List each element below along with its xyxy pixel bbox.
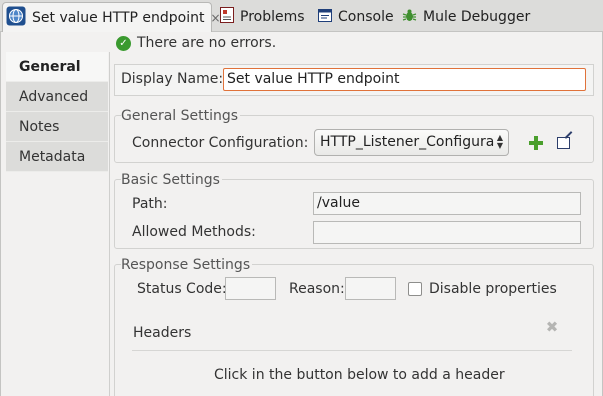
headers-divider <box>132 350 572 351</box>
tab-label: Problems <box>240 9 305 25</box>
display-name-label: Display Name: <box>121 71 224 87</box>
tab-set-value-http-endpoint[interactable]: Set value HTTP endpoint × <box>2 2 221 32</box>
path-input[interactable]: /value <box>313 192 581 215</box>
reason-label: Reason: <box>289 281 345 297</box>
tab-label: Console <box>338 9 394 25</box>
section-nav: General Advanced Notes Metadata <box>6 52 108 172</box>
properties-editor: ✓ There are no errors. General Advanced … <box>0 32 603 396</box>
allowed-methods-label: Allowed Methods: <box>132 224 256 240</box>
connector-configuration-value: HTTP_Listener_Configura <box>320 134 495 150</box>
check-circle-icon: ✓ <box>116 35 131 51</box>
group-title: General Settings <box>121 108 241 124</box>
delete-header-icon[interactable]: ✖ <box>544 319 560 335</box>
disable-properties-label: Disable properties <box>429 281 557 297</box>
tab-console[interactable]: Console <box>318 3 394 31</box>
edit-configuration-icon[interactable] <box>557 137 570 149</box>
status-text: There are no errors. <box>137 35 277 51</box>
connector-configuration-label: Connector Configuration: <box>132 135 309 151</box>
tab-problems[interactable]: Problems <box>220 3 305 31</box>
add-configuration-icon[interactable] <box>529 136 543 150</box>
tab-label: Set value HTTP endpoint <box>32 9 205 26</box>
globe-icon <box>6 6 26 30</box>
disable-properties-checkbox[interactable] <box>408 282 422 296</box>
path-label: Path: <box>132 196 168 212</box>
reason-input[interactable] <box>345 277 396 300</box>
display-name-row: Display Name: Set value HTTP endpoint <box>114 64 594 96</box>
response-settings-group: Response Settings Status Code: Reason: D… <box>114 257 594 396</box>
console-icon <box>318 8 332 26</box>
allowed-methods-input[interactable] <box>313 221 581 244</box>
headers-label: Headers <box>133 325 192 341</box>
nav-item-metadata[interactable]: Metadata <box>6 142 108 172</box>
validation-status: ✓ There are no errors. <box>116 35 276 51</box>
editor-tab-bar: Set value HTTP endpoint × Problems Conso… <box>0 0 603 32</box>
headers-hint: Click in the button below to add a heade… <box>214 367 505 383</box>
nav-divider <box>109 52 110 396</box>
spinner-icon: ▲ ▼ <box>496 133 503 150</box>
nav-item-advanced[interactable]: Advanced <box>6 82 108 112</box>
basic-settings-group: Basic Settings Path: /value Allowed Meth… <box>114 172 594 249</box>
tab-mule-debugger[interactable]: Mule Debugger <box>402 3 530 31</box>
status-code-label: Status Code: <box>137 281 227 297</box>
status-code-input[interactable] <box>225 277 276 300</box>
problems-icon <box>220 7 234 27</box>
group-title: Basic Settings <box>121 172 222 188</box>
tab-label: Mule Debugger <box>423 9 531 25</box>
bug-icon <box>402 8 417 27</box>
group-title: Response Settings <box>121 257 253 273</box>
nav-item-notes[interactable]: Notes <box>6 112 108 142</box>
general-settings-group: General Settings Connector Configuration… <box>114 108 594 163</box>
connector-configuration-select[interactable]: HTTP_Listener_Configura ▲ ▼ <box>314 129 509 156</box>
display-name-input[interactable]: Set value HTTP endpoint <box>223 68 586 91</box>
nav-item-general[interactable]: General <box>6 52 108 82</box>
